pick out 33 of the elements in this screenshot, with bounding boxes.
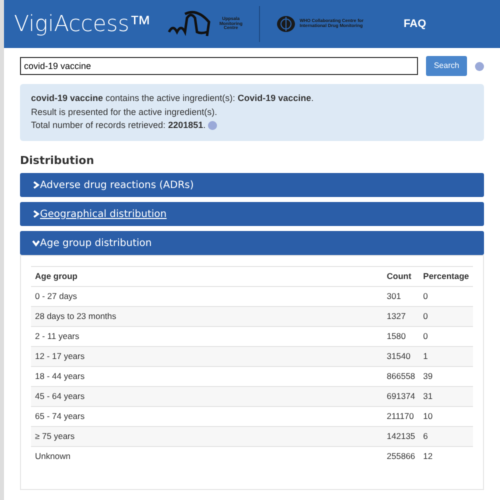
table-cell: 691374 — [382, 386, 420, 406]
table-cell: 1327 — [382, 306, 420, 326]
section-heading: Distribution — [20, 152, 96, 168]
search-field[interactable]: covid-19 vaccine — [20, 57, 418, 75]
table-cell: 31 — [419, 386, 473, 406]
chevron-down-icon — [32, 239, 40, 247]
chevron-right-icon — [32, 210, 40, 218]
table-cell: 1 — [419, 346, 473, 366]
chevron-right-icon — [32, 181, 40, 189]
table-cell: 0 — [419, 306, 473, 326]
table-cell: 28 days to 23 months — [31, 306, 383, 326]
search-button[interactable]: Search — [426, 56, 468, 76]
accordion-header[interactable]: Age group distribution — [20, 231, 484, 255]
table-cell: 45 - 64 years — [31, 386, 383, 406]
table-cell: ≥ 75 years — [31, 426, 383, 446]
table-cell: 12 - 17 years — [31, 346, 383, 366]
accordion-header[interactable]: Geographical distribution — [20, 202, 484, 226]
table-cell: 6 — [419, 426, 473, 446]
info-text: Total number of records retrieved: 2201851. — [31, 120, 206, 130]
accordion-header[interactable]: Adverse drug reactions (ADRs) — [20, 173, 484, 197]
table-cell: 142135 — [382, 426, 420, 446]
column-header: Age group — [31, 266, 383, 286]
column-header: Count — [382, 266, 420, 286]
table-cell: 255866 — [382, 446, 420, 466]
table-cell: 31540 — [382, 346, 420, 366]
globe-emblem-icon — [276, 15, 296, 33]
table-cell: 12 — [419, 446, 473, 466]
site-title: VigiAccess™ — [14, 10, 152, 38]
info-text: covid-19 vaccine contains the active ingredient(s): Covid-19 vaccine. — [31, 93, 314, 103]
column-header: Percentage — [419, 266, 473, 286]
table-cell: Unknown — [31, 446, 383, 466]
info-text: Result is presented for the active ingredient(s). — [31, 106, 218, 116]
nav-link[interactable]: FAQ — [404, 16, 426, 32]
